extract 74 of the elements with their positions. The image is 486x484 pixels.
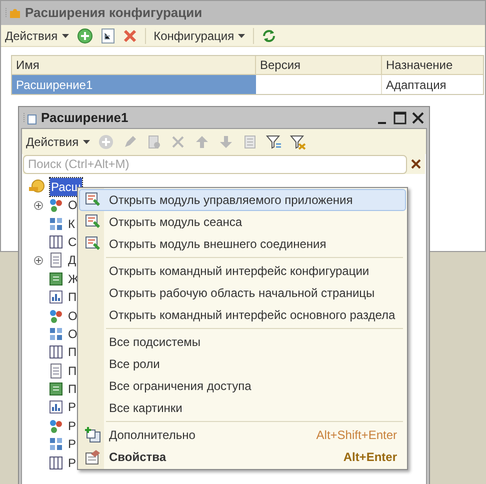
close-icon[interactable] bbox=[411, 110, 425, 124]
tree-item[interactable]: О bbox=[68, 324, 78, 343]
tree-item-icon bbox=[48, 197, 64, 214]
tree-item[interactable]: Р bbox=[68, 454, 76, 472]
delete-icon[interactable] bbox=[122, 28, 137, 42]
tree-item[interactable]: О bbox=[68, 306, 78, 325]
tree-item-icon bbox=[48, 270, 64, 287]
refresh-icon[interactable] bbox=[262, 28, 276, 42]
menu-item[interactable]: Дополнительно Alt+Shift+Enter bbox=[79, 424, 406, 446]
menu-item[interactable]: Открыть модуль внешнего соединения bbox=[79, 233, 406, 255]
menu-item[interactable]: Все роли bbox=[79, 353, 406, 375]
actions-menu[interactable]: Действия bbox=[26, 132, 90, 150]
tree-item[interactable]: П bbox=[68, 362, 77, 380]
tree-item-icon bbox=[48, 399, 64, 416]
tree-item[interactable]: О bbox=[68, 196, 78, 214]
menu-item[interactable]: Все подсистемы bbox=[79, 331, 406, 353]
tree-item[interactable]: С bbox=[68, 232, 77, 251]
menu-item[interactable]: Открыть командный интерфейс конфигурации bbox=[79, 260, 406, 282]
menu-item[interactable]: Все картинки bbox=[79, 397, 406, 419]
document-tree-icon bbox=[23, 110, 37, 124]
actions-menu[interactable]: Действия bbox=[5, 26, 69, 44]
menu-item[interactable]: Открыть модуль управляемого приложения bbox=[79, 189, 406, 211]
menu-item[interactable]: Все ограничения доступа bbox=[79, 375, 406, 397]
tree-list-icon[interactable] bbox=[100, 28, 115, 44]
column-header[interactable]: Имя bbox=[12, 56, 256, 74]
tree-item[interactable]: К bbox=[68, 214, 75, 233]
tree-item-icon bbox=[48, 234, 64, 250]
menu-item[interactable]: Открыть модуль сеанса bbox=[79, 211, 406, 233]
caret-icon bbox=[62, 34, 69, 38]
module-icon bbox=[85, 214, 101, 230]
table-cell: Расширение1 bbox=[12, 75, 256, 94]
tree-item[interactable]: П bbox=[68, 288, 77, 306]
menu-item[interactable]: Открыть рабочую область начальной страницы bbox=[79, 282, 406, 304]
tree-item-icon bbox=[48, 381, 64, 398]
table-row[interactable]: Расширение1 Адаптация bbox=[12, 75, 483, 94]
tree-item[interactable]: Р bbox=[68, 416, 76, 435]
copy-add-icon bbox=[85, 427, 101, 443]
tree-item-icon bbox=[48, 344, 64, 360]
add-icon[interactable] bbox=[76, 28, 93, 44]
tree-item-icon bbox=[48, 252, 64, 268]
tree-item[interactable]: Р bbox=[68, 435, 76, 454]
tree-item-icon bbox=[48, 418, 64, 434]
column-header[interactable]: Версия bbox=[256, 56, 382, 74]
filter-icon[interactable] bbox=[290, 134, 306, 150]
tree-item-icon bbox=[48, 308, 64, 324]
tree-item[interactable]: П bbox=[68, 343, 77, 362]
tree-item-icon bbox=[48, 362, 64, 379]
configuration-menu[interactable]: Конфигурация bbox=[154, 26, 246, 44]
filter-icon[interactable] bbox=[266, 134, 282, 150]
tree-item[interactable]: П bbox=[68, 380, 77, 398]
menu-item[interactable]: Открыть командный интерфейс основного раздела bbox=[79, 304, 406, 326]
window-title: Расширение1 bbox=[41, 108, 130, 127]
module-icon bbox=[85, 236, 101, 252]
tree-item-icon bbox=[48, 436, 64, 452]
maximize-icon[interactable] bbox=[393, 110, 407, 124]
caret-icon bbox=[82, 140, 90, 144]
tree-item[interactable]: Р bbox=[68, 398, 76, 416]
tree-item-icon bbox=[48, 326, 64, 342]
expand-icon[interactable] bbox=[34, 200, 42, 210]
tree-item-icon bbox=[48, 454, 64, 471]
menu-item[interactable]: Свойства Alt+Enter bbox=[79, 446, 406, 468]
properties-icon bbox=[85, 449, 101, 465]
module-icon bbox=[85, 192, 101, 208]
expand-icon[interactable] bbox=[34, 256, 42, 265]
table-cell-text: Адаптация bbox=[385, 76, 448, 94]
search-field[interactable]: Поиск (Ctrl+Alt+M) bbox=[23, 154, 407, 174]
caret-icon bbox=[238, 34, 246, 38]
clear-icon[interactable] bbox=[409, 157, 423, 171]
tree-item-icon bbox=[48, 289, 64, 306]
column-header[interactable]: Назначение bbox=[382, 56, 483, 74]
window-title: Расширения конфигурации bbox=[25, 4, 202, 22]
tree-item-icon bbox=[48, 216, 64, 232]
puzzle-icon bbox=[5, 6, 21, 20]
tree-item[interactable]: Д bbox=[68, 251, 76, 270]
